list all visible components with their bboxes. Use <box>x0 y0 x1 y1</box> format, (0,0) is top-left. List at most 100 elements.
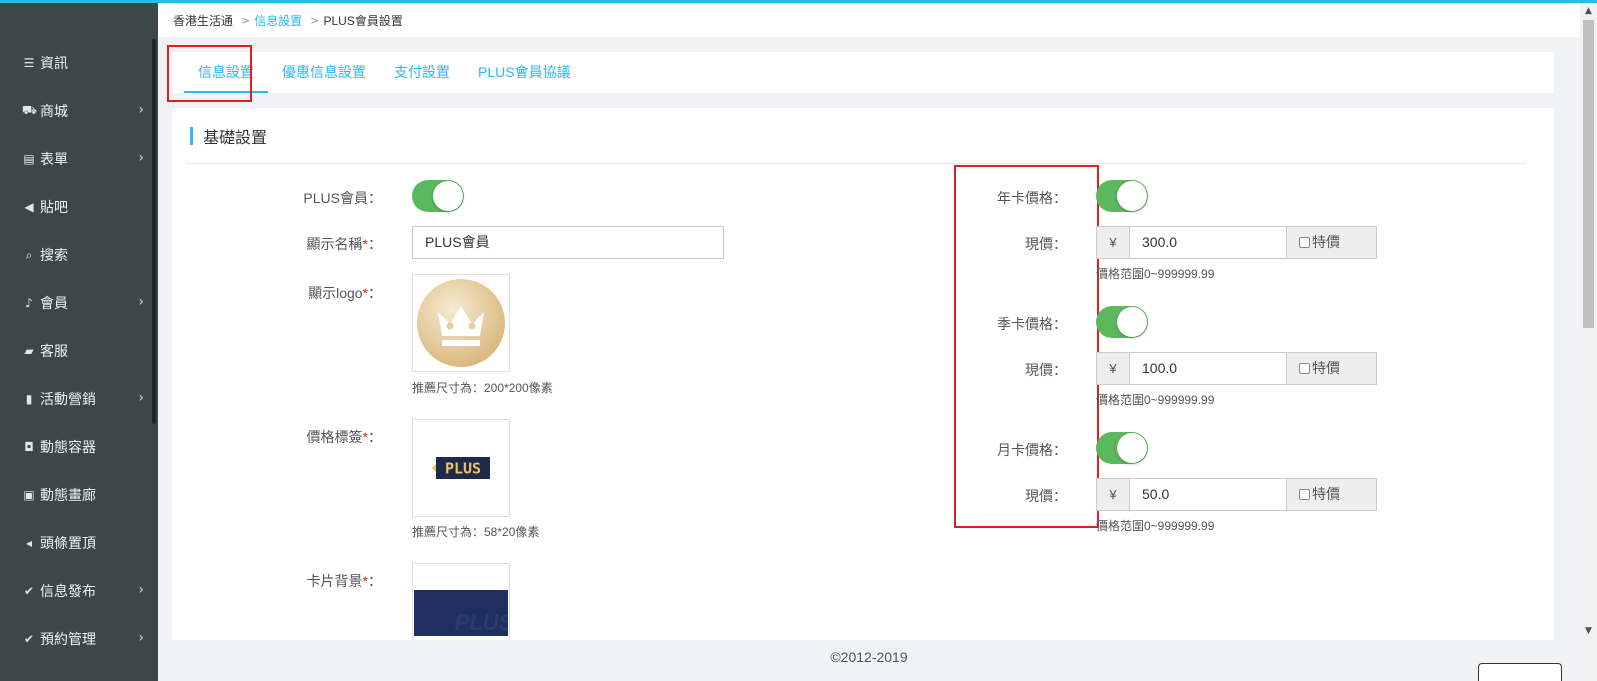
monthly-price-toggle[interactable] <box>1096 432 1148 464</box>
drive-icon: ◘ <box>24 440 34 454</box>
card-background-label-text: 卡片背景 <box>306 573 363 589</box>
checkbox-icon[interactable] <box>1299 237 1310 248</box>
monthly-current-price-label: 現價： <box>1025 488 1067 504</box>
section-title-bar <box>190 127 193 145</box>
chevron-right-icon: › <box>138 102 144 118</box>
logo-label-text: 顯示logo <box>308 285 363 301</box>
display-name-label-text: 顯示名稱 <box>306 236 363 252</box>
sidebar-item[interactable]: ◂ 頭條置頂 <box>0 519 158 567</box>
footer: ©2012-2019 <box>158 640 1580 681</box>
sidebar-item-label: 活動營銷 <box>40 391 96 407</box>
annual-price-input-group: ¥ 300.0 特價 <box>1096 226 1377 259</box>
breadcrumb-current: PLUS會員設置 <box>323 13 403 28</box>
special-label: 特價 <box>1312 486 1340 502</box>
settings-panel: 基礎設置 PLUS會員： 顯示名稱*： PLUS會員 顯示logo*： 推薦尺寸… <box>172 108 1554 643</box>
sidebar-scrollbar[interactable] <box>152 39 156 424</box>
crown-logo-icon <box>417 279 505 367</box>
sidebar-item[interactable]: ◀ 貼吧 <box>0 183 158 231</box>
sidebar-item[interactable]: ◘ 動態容器 <box>0 423 158 471</box>
sidebar-item-label: 動態容器 <box>40 439 96 455</box>
plus-badge-text: PLUS <box>445 460 481 478</box>
chevron-right-icon: › <box>138 390 144 406</box>
tab-plus-agreement[interactable]: PLUS會員協議 <box>464 52 585 93</box>
annual-price-range-hint: 價格范圍0~999999.99 <box>1096 267 1215 281</box>
quarterly-special-checkbox[interactable]: 特價 <box>1286 353 1376 384</box>
sidebar-item[interactable]: ▮ 活動營銷 › <box>0 375 158 423</box>
sidebar-item-label: 客服 <box>40 343 68 359</box>
form-icon: ▤ <box>23 152 35 166</box>
bookmark-icon: ▮ <box>25 392 33 406</box>
checkbox-icon[interactable] <box>1299 489 1310 500</box>
main-content: 香港生活通 > 信息設置 > PLUS會員設置 信息設置 優惠信息設置 支付設置… <box>158 3 1580 681</box>
quarterly-price-toggle[interactable] <box>1096 306 1148 338</box>
search-icon: ⌕ <box>25 247 33 262</box>
price-tag-upload[interactable]: PLUS <box>412 419 510 517</box>
sidebar: ☰ 資訊 ⛟ 商城 › ▤ 表單 › ◀ 貼吧 ⌕ 搜索 ♪ 會員 › ▰ 客服 ▮ 活動營銷 › ◘ 動態容器 ▣ 動態畫廊… <box>0 3 158 681</box>
bell-icon: ♪ <box>25 296 33 310</box>
sidebar-item-label: 頭條置頂 <box>40 535 96 551</box>
quarterly-price-input-group: ¥ 100.0 特價 <box>1096 352 1377 385</box>
sidebar-item[interactable]: ▣ 動態畫廊 <box>0 471 158 519</box>
annual-price-label: 年卡價格： <box>997 190 1067 206</box>
currency-symbol: ¥ <box>1097 227 1130 258</box>
sidebar-item-label: 商城 <box>40 103 68 119</box>
sidebar-item[interactable]: ✔ 信息發布 › <box>0 567 158 615</box>
scroll-down-arrow-icon[interactable]: ▼ <box>1580 623 1597 640</box>
special-label: 特價 <box>1312 234 1340 250</box>
display-name-input[interactable]: PLUS會員 <box>412 226 724 259</box>
copyright-text: ©2012-2019 <box>830 649 908 665</box>
checkbox-icon[interactable] <box>1299 363 1310 374</box>
sidebar-item[interactable]: ☰ 資訊 <box>0 39 158 87</box>
toggle-knob <box>1117 307 1147 337</box>
price-tag-label-text: 價格標簽 <box>306 429 363 445</box>
check-edit-icon: ✔ <box>23 632 35 646</box>
currency-symbol: ¥ <box>1097 479 1130 510</box>
sidebar-item[interactable]: ♪ 會員 › <box>0 279 158 327</box>
section-title-text: 基礎設置 <box>203 130 268 147</box>
sidebar-item[interactable]: ⌕ 搜索 <box>0 231 158 279</box>
label-colon: ： <box>368 236 382 252</box>
monthly-price-input[interactable]: 50.0 <box>1130 479 1286 510</box>
scroll-up-arrow-icon[interactable]: ▲ <box>1580 3 1597 20</box>
breadcrumb-separator-icon: > <box>241 13 251 27</box>
megaphone-icon: ◀ <box>24 200 34 214</box>
sidebar-item-label: 表單 <box>40 151 68 167</box>
logo-upload[interactable] <box>412 274 510 372</box>
label-colon: ： <box>368 429 382 445</box>
section-divider <box>186 163 1526 164</box>
price-tag-label: 價格標簽*： <box>252 427 382 447</box>
monthly-price-label: 月卡價格： <box>997 442 1067 458</box>
sidebar-item[interactable]: ⛟ 商城 › <box>0 87 158 135</box>
volume-icon: ◂ <box>25 536 33 550</box>
sidebar-item[interactable]: ✔ 預約管理 › <box>0 615 158 663</box>
card-background-image: PLUS <box>414 590 508 636</box>
picture-icon: ▣ <box>23 488 35 502</box>
toggle-knob <box>1117 181 1147 211</box>
plus-member-toggle[interactable] <box>412 180 464 212</box>
annual-current-price-label: 現價： <box>1025 236 1067 252</box>
sidebar-item-label: 信息發布 <box>40 583 96 599</box>
monthly-special-checkbox[interactable]: 特價 <box>1286 479 1376 510</box>
check-edit-icon: ✔ <box>23 584 35 598</box>
breadcrumb: 香港生活通 > 信息設置 > PLUS會員設置 <box>158 3 1580 37</box>
card-background-upload[interactable]: PLUS <box>412 563 510 643</box>
sidebar-item[interactable]: ▤ 表單 › <box>0 135 158 183</box>
annual-special-checkbox[interactable]: 特價 <box>1286 227 1376 258</box>
footer-button[interactable] <box>1478 663 1562 681</box>
tab-payment-settings[interactable]: 支付設置 <box>380 52 464 93</box>
card-background-text: PLUS <box>455 610 508 635</box>
breadcrumb-section[interactable]: 信息設置 <box>254 12 302 29</box>
section-title: 基礎設置 <box>190 126 268 147</box>
scrollbar-thumb[interactable] <box>1583 20 1594 328</box>
special-label: 特價 <box>1312 360 1340 376</box>
quarterly-current-price-label: 現價： <box>1025 362 1067 378</box>
quarterly-price-input[interactable]: 100.0 <box>1130 353 1286 384</box>
annual-price-input[interactable]: 300.0 <box>1130 227 1286 258</box>
breadcrumb-separator-icon: > <box>310 13 320 27</box>
sidebar-item[interactable]: ▰ 客服 <box>0 327 158 375</box>
breadcrumb-root[interactable]: 香港生活通 <box>173 12 233 29</box>
page-scrollbar[interactable]: ▲ ▼ <box>1580 3 1597 681</box>
tab-discount-settings[interactable]: 優惠信息設置 <box>268 52 380 93</box>
display-name-label: 顯示名稱*： <box>252 234 382 254</box>
annual-price-toggle[interactable] <box>1096 180 1148 212</box>
